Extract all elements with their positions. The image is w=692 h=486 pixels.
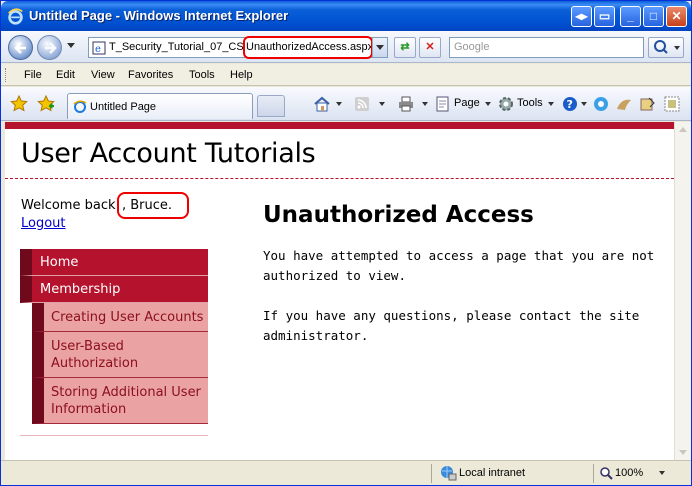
nav-item-membership[interactable]: Membership [20,276,208,303]
page-heading: Unauthorized Access [263,202,534,228]
minimize-button[interactable]: _ [620,6,641,27]
search-input[interactable]: Google [449,37,644,58]
address-url-highlight: UnauthorizedAccess.aspx [243,36,373,59]
nav-footer-line [20,424,208,436]
address-url-prefix: T_Security_Tutorial_07_CS [109,41,244,53]
page-menu-button[interactable]: Page [454,97,480,109]
add-favorite-icon[interactable] [37,95,55,113]
search-button[interactable] [648,37,684,58]
security-zone-text: Local intranet [459,467,526,479]
ie-window: Untitled Page - Windows Internet Explore… [0,0,692,486]
tab-favicon-icon [73,100,87,113]
print-icon[interactable] [397,95,415,113]
header-accent-strip [5,122,674,129]
status-separator [431,464,432,483]
help-icon[interactable]: ? [561,95,579,113]
local-intranet-icon [441,466,457,481]
status-bar: Local intranet 100% [1,460,691,485]
site-title: User Account Tutorials [21,138,316,169]
blog-icon[interactable] [639,95,657,113]
contact-message: If you have any questions, please contac… [263,308,640,343]
window-title: Untitled Page - Windows Internet Explore… [29,8,289,23]
nav-subitem-user-based-authorization[interactable]: User-Based Authorization [32,332,208,378]
forward-arrow-icon [45,42,57,54]
zoom-icon [600,467,613,480]
page-content: User Account Tutorials Welcome back , Br… [5,122,674,460]
menu-bar: File Edit View Favorites Tools Help [1,64,691,86]
nav-subitem-storing-additional-user-information[interactable]: Storing Additional User Information [32,378,208,424]
tab-untitled-page[interactable]: Untitled Page [67,93,253,119]
extra-window-icon[interactable]: ◂▸ [571,6,592,27]
address-bar[interactable]: e T_Security_Tutorial_07_CS Unauthorized… [88,36,388,59]
tab-command-bar: Untitled Page Page Tools ? [1,87,691,121]
home-icon[interactable] [313,95,331,113]
welcome-text: Welcome back [21,198,116,213]
history-dropdown-icon[interactable] [67,43,75,48]
address-toolbar: e T_Security_Tutorial_07_CS Unauthorized… [1,31,691,63]
restore-window-icon[interactable]: ▭ [594,6,615,27]
stop-button[interactable]: ✕ [419,37,441,58]
print-dropdown-icon[interactable] [422,102,428,106]
back-button[interactable] [8,35,33,60]
help-dropdown-icon[interactable] [581,102,587,106]
search-icon [654,40,680,54]
home-dropdown-icon[interactable] [336,102,342,106]
new-tab-button[interactable] [257,95,285,117]
favorites-star-icon[interactable] [10,95,28,113]
menu-favorites[interactable]: Favorites [128,69,173,81]
back-arrow-icon [14,42,26,54]
menu-help[interactable]: Help [230,69,253,81]
scroll-down-arrow-icon[interactable] [675,444,691,460]
header-divider [5,178,674,179]
refresh-button[interactable]: ⇄ [394,37,416,58]
tab-label: Untitled Page [90,101,157,113]
tools-gear-icon [499,97,513,111]
research-icon[interactable] [592,95,610,113]
menu-file[interactable]: File [24,69,42,81]
page-dropdown-icon[interactable] [485,102,491,106]
toolbar-extension-icon[interactable] [663,95,681,113]
zoom-level-button[interactable]: 100% [615,467,643,479]
svg-text:e: e [95,44,101,55]
logout-link[interactable]: Logout [21,216,66,231]
zoom-dropdown-icon[interactable] [659,471,665,475]
nav-subitem-creating-user-accounts[interactable]: Creating User Accounts [32,303,208,332]
scroll-up-arrow-icon[interactable] [675,122,691,138]
welcome-username-highlight: , Bruce. [117,192,189,219]
svg-text:?: ? [567,98,573,111]
messenger-icon[interactable] [615,95,633,113]
nav-item-home[interactable]: Home [20,249,208,276]
address-dropdown-button[interactable] [372,38,387,57]
menu-tools[interactable]: Tools [189,69,215,81]
status-separator [593,464,594,483]
tools-menu-button[interactable]: Tools [517,97,543,109]
vertical-scrollbar[interactable] [674,122,691,460]
unauthorized-message: You have attempted to access a page that… [263,248,655,283]
page-favicon-icon: e [92,41,106,55]
tools-dropdown-icon[interactable] [548,102,554,106]
menu-view[interactable]: View [91,69,115,81]
feeds-icon[interactable] [353,95,371,113]
menu-edit[interactable]: Edit [56,69,75,81]
feeds-dropdown-icon[interactable] [379,102,385,106]
maximize-button[interactable]: □ [643,6,664,27]
menu-grip [5,68,8,82]
page-icon [436,96,449,112]
close-button[interactable]: ✕ [666,6,687,27]
title-bar[interactable]: Untitled Page - Windows Internet Explore… [1,1,691,31]
ie-logo-icon [8,8,23,25]
forward-button[interactable] [37,35,62,60]
site-navigation: Home Membership Creating User Accounts U… [20,249,208,436]
